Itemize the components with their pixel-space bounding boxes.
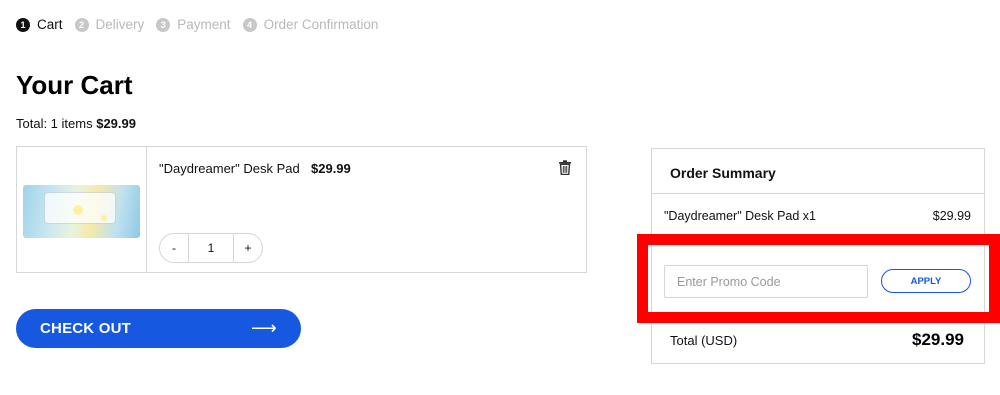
cart-total-prefix: Total: 1 items [16, 116, 93, 131]
step-cart[interactable]: 1 Cart [16, 17, 63, 32]
quantity-stepper: - 1 + [159, 233, 263, 263]
summary-line-price: $29.99 [932, 209, 971, 223]
product-name[interactable]: "Daydreamer" Desk Pad [159, 161, 300, 176]
step-label: Order Confirmation [263, 17, 379, 32]
summary-total-value: $29.99 [912, 330, 964, 349]
product-image[interactable] [23, 185, 140, 238]
step-number: 3 [156, 17, 171, 32]
cart-total-amount: $29.99 [96, 116, 136, 131]
step-label: Payment [177, 17, 231, 32]
summary-total-label: Total (USD) [670, 333, 738, 348]
sparkle-graphic [73, 205, 83, 215]
step-number: 2 [74, 17, 89, 32]
step-delivery[interactable]: 2 Delivery [74, 17, 145, 32]
order-summary-header: Order Summary [652, 149, 984, 194]
step-payment[interactable]: 3 Payment [156, 17, 231, 32]
step-order-confirmation[interactable]: 4 Order Confirmation [242, 17, 379, 32]
step-label: Delivery [95, 17, 145, 32]
cart-total-line: Total: 1 items $29.99 [16, 116, 136, 131]
page-title: Your Cart [16, 70, 133, 100]
cart-item: "Daydreamer" Desk Pad $29.99 - 1 + [16, 146, 587, 273]
checkout-button[interactable]: CHECK OUT ⟶ [16, 309, 301, 348]
highlight-box [637, 234, 1000, 323]
sparkle-graphic [101, 215, 107, 221]
step-number: 4 [242, 17, 257, 32]
arrow-right-icon: ⟶ [250, 318, 277, 338]
increment-button[interactable]: + [234, 241, 262, 255]
quantity-input[interactable]: 1 [188, 234, 234, 262]
step-label: Cart [37, 17, 63, 32]
step-number: 1 [16, 17, 30, 32]
product-image-cell [17, 147, 147, 272]
product-price: $29.99 [311, 161, 351, 176]
checkout-label: CHECK OUT [40, 320, 131, 337]
trash-icon[interactable] [558, 160, 572, 175]
order-summary-title: Order Summary [670, 165, 776, 181]
decrement-button[interactable]: - [160, 241, 188, 255]
summary-line-item: "Daydreamer" Desk Pad x1 [664, 209, 816, 223]
checkout-steps: 1 Cart 2 Delivery 3 Payment 4 Order Conf… [16, 17, 390, 32]
